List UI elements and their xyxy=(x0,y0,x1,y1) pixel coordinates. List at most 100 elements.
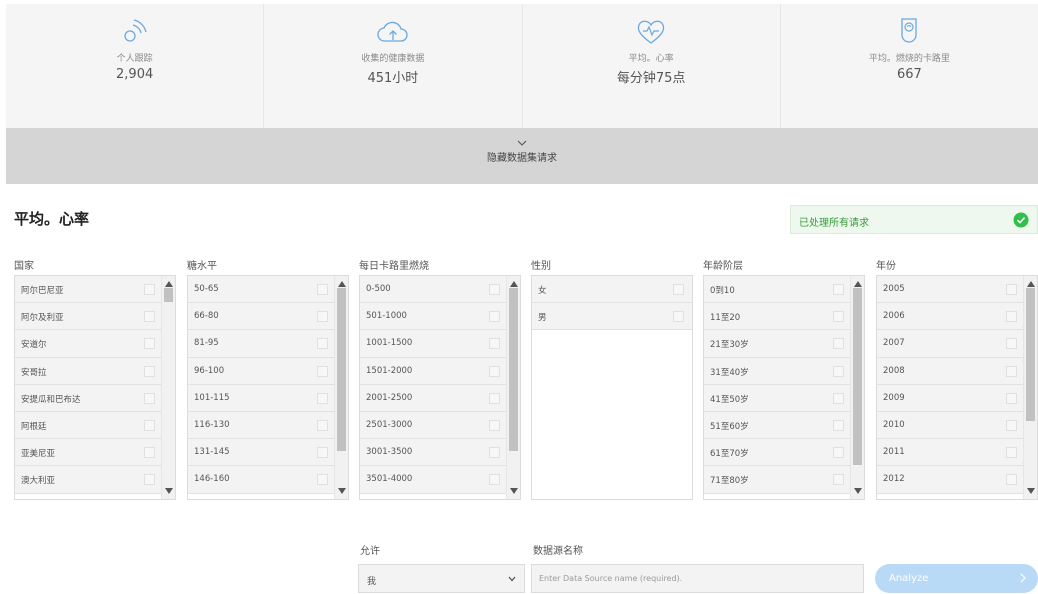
filter-option[interactable]: 阿尔及利亚 xyxy=(15,303,163,331)
filter-option-checkbox[interactable] xyxy=(489,474,500,486)
filter-list-box[interactable]: 0-500 501-1000 1001-1500 1501-2000 2001-2500… xyxy=(359,275,521,500)
filter-option-checkbox[interactable] xyxy=(489,392,500,404)
filter-option[interactable]: 41至50岁 xyxy=(704,384,852,412)
filter-option-checkbox[interactable] xyxy=(1006,311,1017,323)
scroll-down-icon[interactable] xyxy=(510,488,518,494)
filter-option[interactable]: 31至40岁 xyxy=(704,357,852,385)
filter-option-checkbox[interactable] xyxy=(144,447,155,459)
scroll-down-icon[interactable] xyxy=(165,488,173,494)
filter-option-checkbox[interactable] xyxy=(144,365,155,377)
filter-option-checkbox[interactable] xyxy=(1006,284,1017,295)
scrollbar[interactable] xyxy=(334,276,348,499)
filter-option[interactable]: 1001-1500 xyxy=(360,330,508,358)
filter-option[interactable]: 1501-2000 xyxy=(360,357,508,385)
scroll-down-icon[interactable] xyxy=(1027,488,1035,494)
filter-list-box[interactable]: 女男 xyxy=(531,275,693,500)
filter-option-checkbox[interactable] xyxy=(489,311,500,323)
scrollbar-thumb[interactable] xyxy=(509,288,518,452)
filter-option[interactable]: 女 xyxy=(532,276,692,304)
filter-option[interactable]: 21至30岁 xyxy=(704,330,852,358)
filter-option-checkbox[interactable] xyxy=(489,338,500,350)
filter-option[interactable]: 2001-2500 xyxy=(360,384,508,412)
scrollbar[interactable] xyxy=(161,276,175,499)
filter-option[interactable]: 2007 xyxy=(877,330,1025,358)
filter-option-checkbox[interactable] xyxy=(1006,419,1017,431)
filter-option[interactable]: 阿根廷 xyxy=(15,411,163,440)
scrollbar-thumb[interactable] xyxy=(337,288,346,452)
filter-option-checkbox[interactable] xyxy=(489,447,500,459)
filter-option-checkbox[interactable] xyxy=(489,365,500,377)
filter-option[interactable]: 2010 xyxy=(877,411,1025,440)
filter-option[interactable]: 安哥拉 xyxy=(15,357,163,385)
scroll-down-icon[interactable] xyxy=(338,488,346,494)
filter-list-box[interactable]: 2005 2006 2007 2008 2009 2010 2011 2012 xyxy=(876,275,1038,500)
filter-list-box[interactable]: 50-65 66-80 81-95 96-100 101-115 116-130 131-1… xyxy=(187,275,349,500)
filter-option[interactable]: 2501-3000 xyxy=(360,411,508,440)
filter-option[interactable]: 2011 xyxy=(877,439,1025,467)
filter-option-checkbox[interactable] xyxy=(833,447,844,459)
filter-option-checkbox[interactable] xyxy=(317,392,328,404)
filter-option-checkbox[interactable] xyxy=(833,284,844,295)
filter-option[interactable]: 男 xyxy=(532,303,692,331)
hide-requests-toggle[interactable]: 隐藏数据集请求 xyxy=(6,128,1038,184)
filter-option-checkbox[interactable] xyxy=(317,338,328,350)
filter-list-box[interactable]: 0到10 11至20 21至30岁 31至40岁 41至50岁 51至60岁 61至70岁 7… xyxy=(703,275,865,500)
scroll-up-icon[interactable] xyxy=(165,281,173,287)
filter-option-checkbox[interactable] xyxy=(144,284,155,295)
filter-option-checkbox[interactable] xyxy=(673,311,684,323)
filter-option-checkbox[interactable] xyxy=(1006,338,1017,350)
filter-option[interactable]: 131-145 xyxy=(188,439,336,467)
filter-option[interactable]: 11至20 xyxy=(704,303,852,331)
filter-option[interactable]: 2009 xyxy=(877,384,1025,412)
scroll-up-icon[interactable] xyxy=(854,281,862,287)
allow-select[interactable]: 我 xyxy=(358,564,525,593)
filter-option[interactable]: 亚美尼亚 xyxy=(15,439,163,467)
scroll-down-icon[interactable] xyxy=(854,488,862,494)
filter-option[interactable]: 阿尔巴尼亚 xyxy=(15,276,163,304)
filter-option[interactable]: 61至70岁 xyxy=(704,439,852,467)
scroll-up-icon[interactable] xyxy=(510,281,518,287)
filter-option[interactable]: 2008 xyxy=(877,357,1025,385)
filter-option-checkbox[interactable] xyxy=(489,419,500,431)
filter-option[interactable]: 0-500 xyxy=(360,276,508,304)
filter-option[interactable]: 3001-3500 xyxy=(360,439,508,467)
scrollbar-thumb[interactable] xyxy=(164,288,173,302)
filter-option[interactable]: 澳大利亚 xyxy=(15,466,163,494)
filter-option[interactable]: 81-95 xyxy=(188,330,336,358)
filter-option-checkbox[interactable] xyxy=(1006,392,1017,404)
data-source-input[interactable] xyxy=(531,564,864,593)
filter-option[interactable]: 66-80 xyxy=(188,303,336,331)
filter-option-checkbox[interactable] xyxy=(833,365,844,377)
filter-option[interactable]: 501-1000 xyxy=(360,303,508,331)
filter-option-checkbox[interactable] xyxy=(317,419,328,431)
filter-option-checkbox[interactable] xyxy=(833,474,844,486)
filter-option[interactable]: 71至80岁 xyxy=(704,466,852,494)
filter-option-checkbox[interactable] xyxy=(1006,365,1017,377)
filter-option[interactable]: 96-100 xyxy=(188,357,336,385)
analyze-button[interactable]: Analyze xyxy=(875,564,1038,593)
filter-option-checkbox[interactable] xyxy=(317,365,328,377)
filter-option[interactable]: 2012 xyxy=(877,466,1025,494)
filter-option[interactable]: 安道尔 xyxy=(15,330,163,358)
filter-option-checkbox[interactable] xyxy=(144,338,155,350)
scrollbar[interactable] xyxy=(1023,276,1037,499)
scrollbar-thumb[interactable] xyxy=(853,288,862,466)
filter-option-checkbox[interactable] xyxy=(144,392,155,404)
filter-option-checkbox[interactable] xyxy=(144,311,155,323)
filter-option[interactable]: 51至60岁 xyxy=(704,411,852,440)
filter-option-checkbox[interactable] xyxy=(1006,474,1017,486)
filter-option-checkbox[interactable] xyxy=(317,284,328,295)
filter-option-checkbox[interactable] xyxy=(144,419,155,431)
filter-option[interactable]: 50-65 xyxy=(188,276,336,304)
filter-option[interactable]: 3501-4000 xyxy=(360,466,508,494)
filter-list-box[interactable]: 阿尔巴尼亚 阿尔及利亚 安道尔 安哥拉 安提瓜和巴布达 阿根廷 亚美尼亚 澳大利亚 xyxy=(14,275,176,500)
filter-option-checkbox[interactable] xyxy=(144,474,155,486)
filter-option[interactable]: 146-160 xyxy=(188,466,336,494)
filter-option-checkbox[interactable] xyxy=(489,284,500,295)
filter-option-checkbox[interactable] xyxy=(833,338,844,350)
filter-option[interactable]: 2005 xyxy=(877,276,1025,304)
filter-option-checkbox[interactable] xyxy=(317,447,328,459)
filter-option-checkbox[interactable] xyxy=(317,311,328,323)
filter-option[interactable]: 安提瓜和巴布达 xyxy=(15,384,163,412)
scrollbar-thumb[interactable] xyxy=(1026,288,1035,422)
